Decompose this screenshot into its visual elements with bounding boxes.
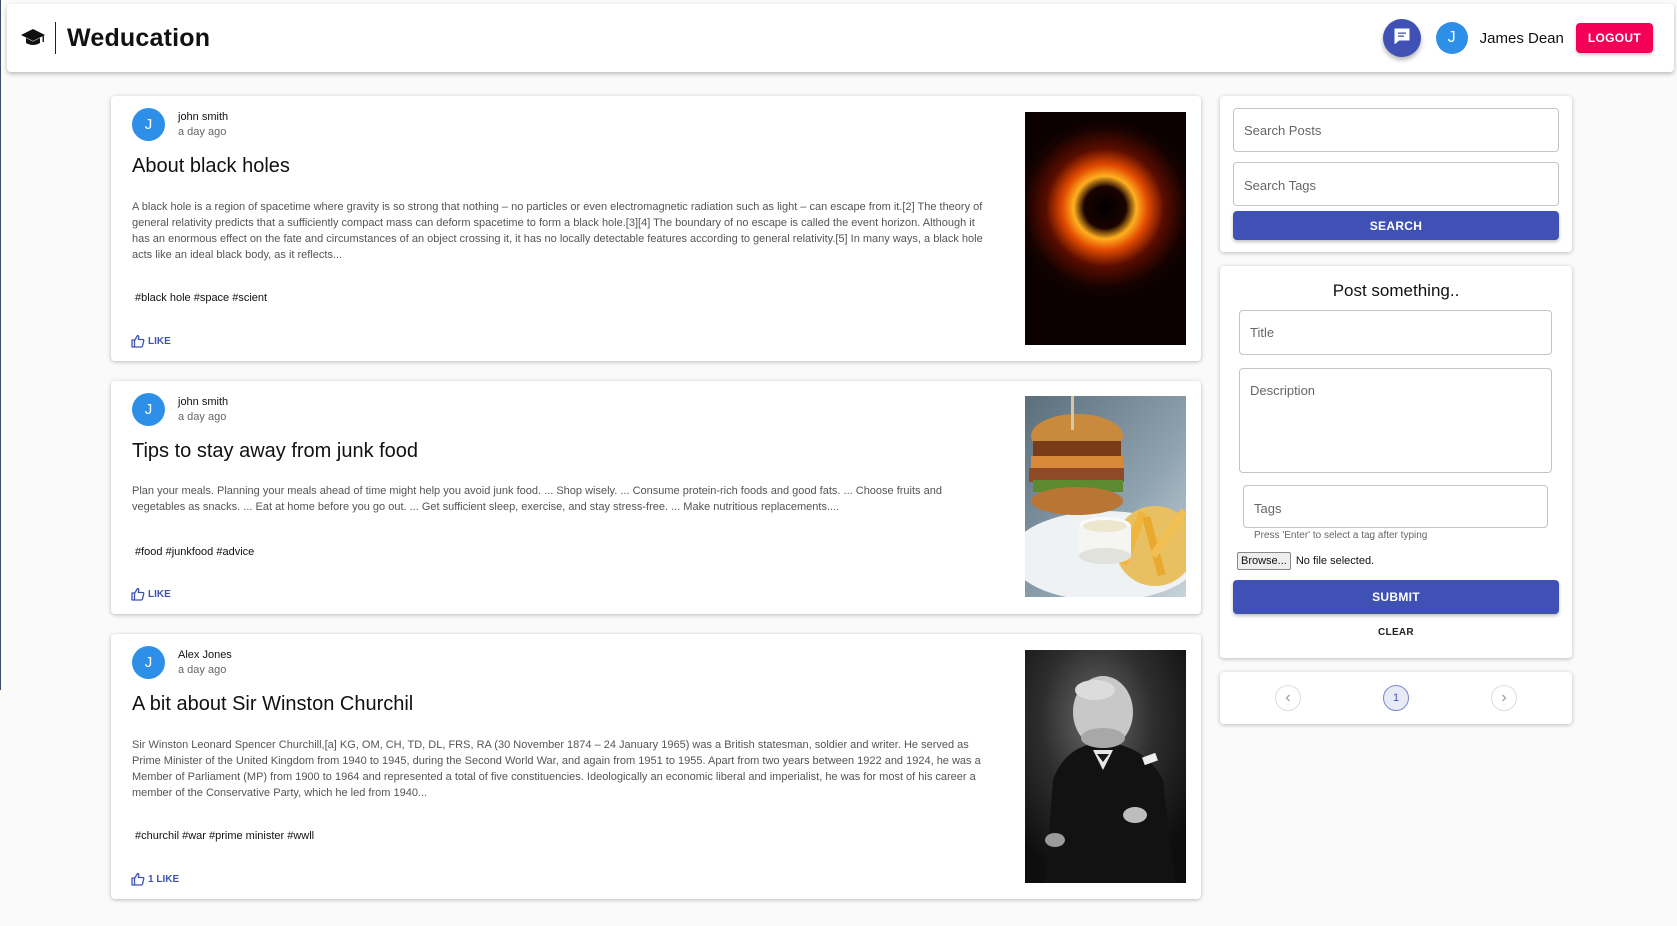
post-title[interactable]: About black holes	[132, 155, 290, 178]
file-input: Browse... No file selected.	[1237, 552, 1374, 570]
search-button[interactable]: SEARCH	[1233, 211, 1559, 240]
post-header: J Alex Jones a day ago	[132, 646, 232, 679]
post-description: A black hole is a region of spacetime wh…	[132, 201, 983, 261]
app-bar: Weducation J James Dean LOGOUT	[7, 4, 1674, 72]
post-card: J john smith a day ago Tips to stay away…	[111, 381, 1201, 614]
post-image-portrait	[1025, 650, 1186, 883]
post-header: J john smith a day ago	[132, 108, 228, 141]
post-meta: john smith a day ago	[178, 111, 228, 138]
clear-button[interactable]: CLEAR	[1220, 627, 1572, 638]
chat-button[interactable]	[1382, 19, 1421, 57]
next-page-button[interactable]	[1491, 685, 1517, 711]
post-image-black-hole	[1025, 112, 1186, 345]
thumb-up-icon	[131, 872, 145, 886]
post-author: john smith	[178, 111, 229, 123]
user-avatar[interactable]: J	[1435, 22, 1468, 54]
compose-heading: Post something..	[1332, 281, 1460, 300]
post-author: Alex Jones	[178, 649, 232, 661]
tags-input[interactable]: Tags	[1243, 485, 1548, 528]
post-tags: #churchil #war #prime minister #wwll	[135, 830, 315, 842]
compose-panel: Post something.. Title Description Tags …	[1220, 266, 1572, 658]
description-textarea[interactable]: Description	[1239, 368, 1552, 473]
brand-title: Weducation	[67, 23, 211, 52]
post-image-burger	[1025, 396, 1186, 597]
page-button-current[interactable]: 1	[1383, 685, 1409, 711]
submit-button[interactable]: SUBMIT	[1233, 580, 1559, 614]
like-label: 1 LIKE	[148, 873, 180, 885]
prev-page-button[interactable]	[1275, 685, 1301, 711]
search-panel: Search Posts Search Tags SEARCH	[1220, 96, 1572, 252]
logout-button[interactable]: LOGOUT	[1575, 23, 1653, 53]
window-edge	[0, 0, 1, 690]
post-card: J Alex Jones a day ago A bit about Sir W…	[111, 634, 1201, 899]
post-meta: Alex Jones a day ago	[178, 649, 232, 676]
post-author-avatar[interactable]: J	[132, 646, 165, 679]
like-label: LIKE	[148, 588, 171, 600]
post-header: J john smith a day ago	[132, 393, 228, 426]
chat-bubble-icon	[1393, 27, 1411, 50]
tags-hint: Press 'Enter' to select a tag after typi…	[1254, 530, 1428, 541]
post-meta: john smith a day ago	[178, 396, 228, 423]
graduation-cap-icon	[19, 24, 47, 52]
post-time: a day ago	[178, 411, 227, 423]
post-title[interactable]: Tips to stay away from junk food	[132, 440, 418, 463]
tags-placeholder: Tags	[1254, 501, 1282, 516]
post-description: Sir Winston Leonard Spencer Churchill,[a…	[132, 739, 981, 799]
post-title[interactable]: A bit about Sir Winston Churchil	[132, 693, 413, 716]
chevron-left-icon	[1285, 694, 1290, 702]
post-time: a day ago	[178, 126, 227, 138]
post-tags: #black hole #space #scient	[135, 292, 268, 304]
user-controls: J James Dean LOGOUT	[1382, 19, 1653, 57]
title-placeholder: Title	[1250, 325, 1275, 340]
post-tags: #food #junkfood #advice	[135, 546, 255, 558]
like-button[interactable]: LIKE	[131, 587, 171, 601]
browse-button[interactable]: Browse...	[1237, 552, 1291, 570]
post-author-avatar[interactable]: J	[132, 108, 165, 141]
search-tags-placeholder: Search Tags	[1244, 178, 1317, 193]
pagination: 1	[1220, 672, 1572, 724]
search-tags-input[interactable]: Search Tags	[1233, 162, 1559, 206]
file-status: No file selected.	[1295, 555, 1375, 567]
like-button[interactable]: 1 LIKE	[131, 872, 179, 886]
user-name: James Dean	[1479, 29, 1564, 47]
like-button[interactable]: LIKE	[131, 334, 171, 348]
title-input[interactable]: Title	[1239, 310, 1552, 355]
thumb-up-icon	[131, 334, 145, 348]
post-card: J john smith a day ago About black holes…	[111, 96, 1201, 361]
post-time: a day ago	[178, 664, 227, 676]
search-posts-input[interactable]: Search Posts	[1233, 108, 1559, 152]
brand[interactable]: Weducation	[19, 22, 210, 54]
description-placeholder: Description	[1250, 383, 1316, 398]
post-author: john smith	[178, 396, 229, 408]
thumb-up-icon	[131, 587, 145, 601]
post-description: Plan your meals. Planning your meals ahe…	[132, 485, 942, 513]
search-posts-placeholder: Search Posts	[1244, 123, 1322, 138]
chevron-right-icon	[1502, 694, 1507, 702]
like-label: LIKE	[148, 335, 171, 347]
brand-divider	[55, 22, 56, 54]
post-author-avatar[interactable]: J	[132, 393, 165, 426]
